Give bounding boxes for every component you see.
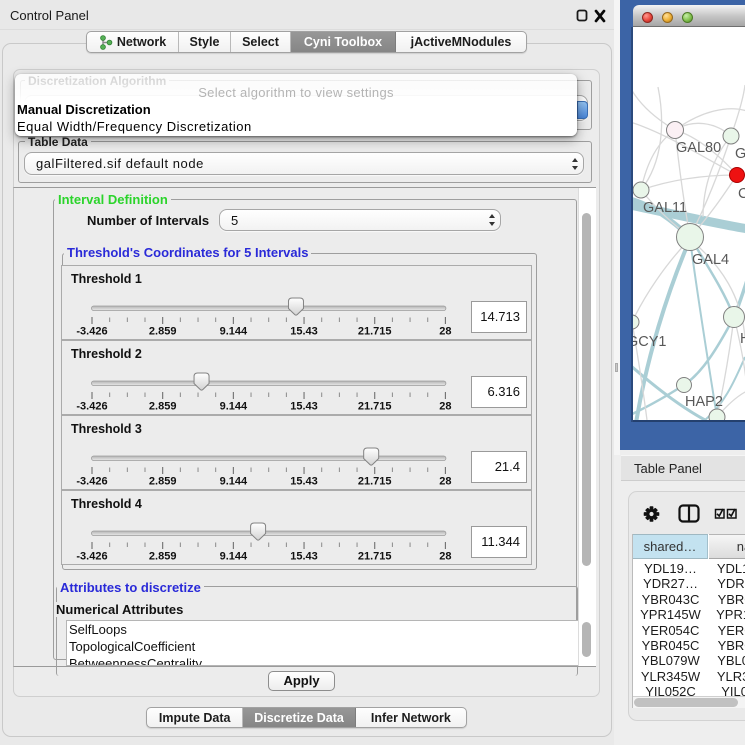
svg-text:2.859: 2.859 [149, 326, 177, 338]
svg-text:15.43: 15.43 [290, 401, 318, 413]
svg-text:9.144: 9.144 [220, 326, 248, 338]
svg-text:GAL4: GAL4 [692, 252, 729, 268]
svg-text:21.715: 21.715 [358, 476, 392, 488]
svg-text:21.715: 21.715 [358, 401, 392, 413]
svg-text:2.859: 2.859 [149, 476, 177, 488]
svg-text:15.43: 15.43 [290, 476, 318, 488]
svg-text:GCY1: GCY1 [633, 334, 667, 350]
svg-text:GAL7: GAL7 [735, 146, 745, 162]
svg-text:HAP2: HAP2 [685, 394, 723, 410]
svg-text:9.144: 9.144 [220, 476, 248, 488]
svg-text:28: 28 [439, 476, 451, 488]
svg-text:GAL11: GAL11 [643, 200, 687, 216]
svg-text:-3.426: -3.426 [76, 476, 107, 488]
svg-text:28: 28 [439, 551, 451, 563]
svg-text:-3.426: -3.426 [76, 401, 107, 413]
svg-text:28: 28 [439, 401, 451, 413]
svg-text:-3.426: -3.426 [76, 326, 107, 338]
svg-text:15.43: 15.43 [290, 326, 318, 338]
svg-text:28: 28 [439, 326, 451, 338]
svg-text:2.859: 2.859 [149, 401, 177, 413]
svg-text:21.715: 21.715 [358, 326, 392, 338]
svg-text:9.144: 9.144 [220, 551, 248, 563]
svg-text:CDC: CDC [738, 186, 745, 202]
svg-text:-3.426: -3.426 [76, 551, 107, 563]
svg-text:15.43: 15.43 [290, 551, 318, 563]
svg-text:2.859: 2.859 [149, 551, 177, 563]
svg-text:HIS: HIS [740, 331, 745, 347]
svg-text:GAL80: GAL80 [676, 140, 721, 156]
svg-text:9.144: 9.144 [220, 401, 248, 413]
svg-text:21.715: 21.715 [358, 551, 392, 563]
